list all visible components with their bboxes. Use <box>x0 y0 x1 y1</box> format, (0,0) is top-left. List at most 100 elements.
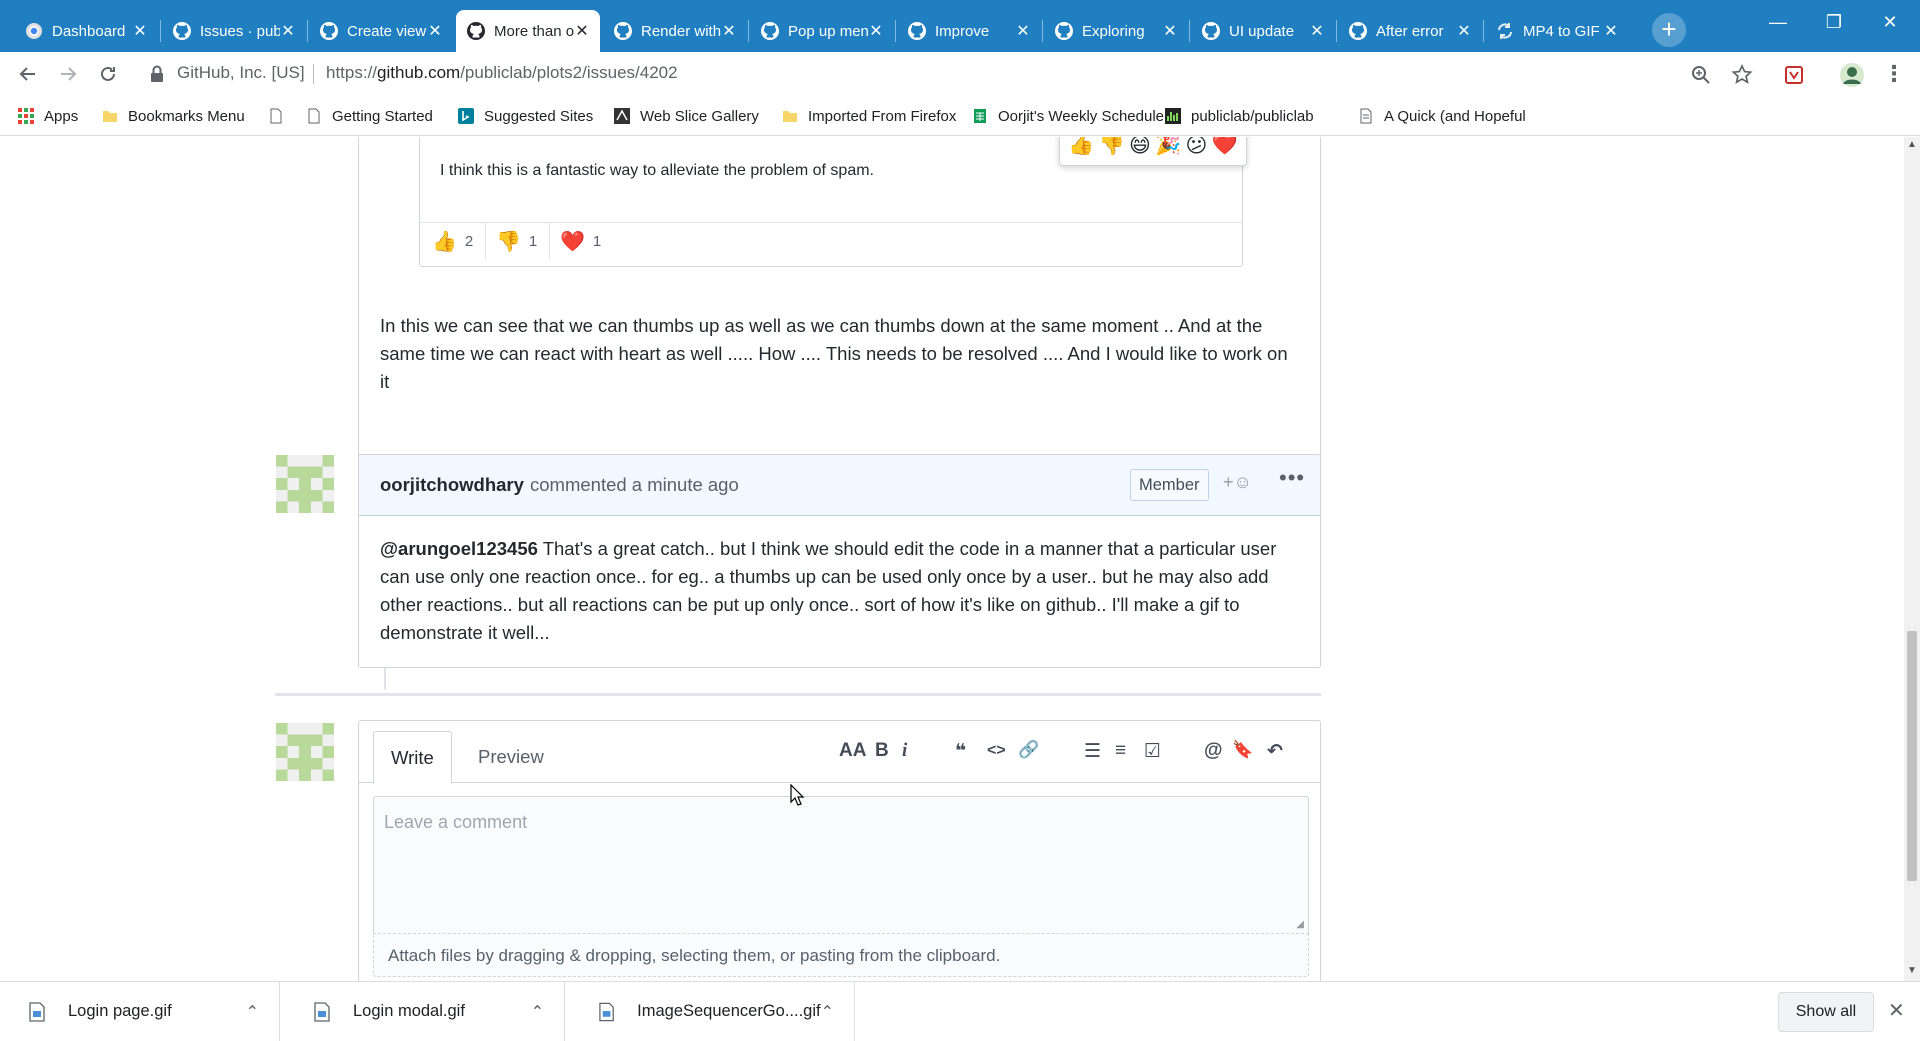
bookmark-label: Suggested Sites <box>484 107 594 125</box>
browser-tab[interactable]: Create view ✕ <box>309 10 453 52</box>
bookmark-label: A Quick (and Hopeful <box>1384 107 1526 125</box>
code-tool-icon[interactable]: <> <box>987 742 1006 760</box>
heading-tool-icon[interactable]: AA <box>839 740 866 762</box>
url-field[interactable]: https://github.com/publiclab/plots2/issu… <box>326 63 678 83</box>
new-tab-button[interactable]: + <box>1652 13 1686 47</box>
comment-textarea[interactable]: Leave a comment ◢ <box>373 796 1309 933</box>
comment-author[interactable]: oorjitchowdhary <box>380 474 524 496</box>
italic-tool-icon[interactable]: i <box>902 740 907 762</box>
browser-tab[interactable]: Exploring ✕ <box>1044 10 1188 52</box>
attach-files-area[interactable]: Attach files by dragging & dropping, sel… <box>373 933 1309 977</box>
bookmark-item[interactable]: A Quick (and Hopeful <box>1358 104 1526 128</box>
forward-button[interactable] <box>54 60 82 88</box>
browser-tab[interactable]: Improve ✕ <box>897 10 1041 52</box>
tab-write[interactable]: Write <box>373 731 452 784</box>
close-tab-icon[interactable]: ✕ <box>1309 21 1325 41</box>
download-item[interactable]: Login modal.gif ⌃ <box>285 982 565 1041</box>
reload-button[interactable] <box>94 60 122 88</box>
tab-title: After error <box>1376 22 1444 40</box>
bookmark-item[interactable]: Web Slice Gallery <box>614 104 759 128</box>
browser-tab[interactable]: Pop up menu✕ <box>750 10 894 52</box>
tab-preview[interactable]: Preview <box>461 731 561 784</box>
close-window-button[interactable]: ✕ <box>1870 12 1910 33</box>
menu-kebab-button[interactable]: ⋮ <box>1880 60 1908 88</box>
member-badge: Member <box>1130 469 1209 501</box>
download-filename: Login page.gif <box>68 1002 172 1020</box>
browser-tab[interactable]: Render with ✕ <box>603 10 747 52</box>
bold-tool-icon[interactable]: B <box>875 740 889 762</box>
zoom-icon[interactable] <box>1688 62 1714 88</box>
picker-thumbs-up-icon[interactable]: 👍 <box>1068 137 1094 157</box>
reaction-thumbs-up[interactable]: 👍 2 <box>420 223 487 259</box>
close-download-bar-icon[interactable]: ✕ <box>1888 998 1905 1023</box>
close-tab-icon[interactable]: ✕ <box>132 21 148 41</box>
link-tool-icon[interactable]: 🔗 <box>1018 740 1039 760</box>
picker-hooray-icon[interactable]: 🎉 <box>1155 137 1181 157</box>
scroll-thumb[interactable] <box>1907 631 1917 881</box>
profile-avatar-icon[interactable] <box>1839 62 1865 88</box>
picker-heart-icon[interactable]: ❤️ <box>1212 137 1238 157</box>
tab-strip: Dashboard✕Issues · publiclab✕Create view… <box>0 0 1920 52</box>
browser-tab[interactable]: Issues · publiclab✕ <box>162 10 306 52</box>
close-tab-icon[interactable]: ✕ <box>1015 21 1031 41</box>
close-tab-icon[interactable]: ✕ <box>721 21 737 41</box>
picker-confused-icon[interactable]: 😕 <box>1186 137 1208 158</box>
page-scrollbar[interactable]: ▲ ▼ <box>1904 137 1920 981</box>
browser-tab[interactable]: After error ✕ <box>1338 10 1482 52</box>
download-item[interactable]: ImageSequencerGo....gif ⌃ <box>570 982 855 1041</box>
close-tab-icon[interactable]: ✕ <box>280 21 296 41</box>
bookmark-item[interactable]: Apps <box>18 104 78 128</box>
reference-tool-icon[interactable]: 🔖 <box>1232 740 1253 760</box>
comment-timestamp[interactable]: commented a minute ago <box>530 474 739 496</box>
quote-tool-icon[interactable]: ❝ <box>955 740 966 763</box>
lock-icon <box>151 65 163 82</box>
show-all-button[interactable]: Show all <box>1778 992 1874 1032</box>
mention-tool-icon[interactable]: @ <box>1204 740 1223 762</box>
tab-separator <box>1483 20 1484 42</box>
close-tab-icon[interactable]: ✕ <box>868 21 884 41</box>
back-button[interactable] <box>14 60 42 88</box>
reaction-heart[interactable]: ❤️ 1 <box>548 223 613 259</box>
scroll-up-arrow-icon[interactable]: ▲ <box>1904 139 1920 150</box>
picker-laugh-icon[interactable]: 😄 <box>1129 137 1151 158</box>
extension-shield-icon[interactable] <box>1781 62 1807 88</box>
download-item[interactable]: Login page.gif ⌃ <box>0 982 280 1041</box>
add-reaction-icon[interactable]: +☺ <box>1223 472 1252 493</box>
reload-icon <box>101 66 115 81</box>
task-list-tool-icon[interactable]: ☑ <box>1144 740 1161 763</box>
site-identity[interactable]: GitHub, Inc. [US] <box>177 63 305 83</box>
chevron-up-icon[interactable]: ⌃ <box>246 1002 259 1022</box>
bookmark-star-icon[interactable] <box>1729 62 1755 88</box>
bookmark-item[interactable]: Oorjit's Weekly Schedule <box>972 104 1164 128</box>
close-tab-icon[interactable]: ✕ <box>574 21 590 41</box>
bookmark-item[interactable]: Getting Started <box>306 104 433 128</box>
close-tab-icon[interactable]: ✕ <box>1603 21 1619 41</box>
bookmark-item[interactable]: Bookmarks Menu <box>102 104 245 128</box>
restore-button[interactable]: ❐ <box>1814 12 1854 33</box>
bookmark-item[interactable]: publiclab/publiclab <box>1165 104 1314 128</box>
web-slice-icon <box>614 108 630 124</box>
minimize-button[interactable]: — <box>1758 12 1798 33</box>
close-tab-icon[interactable]: ✕ <box>427 21 443 41</box>
reaction-thumbs-down[interactable]: 👎 1 <box>484 223 551 259</box>
scroll-down-arrow-icon[interactable]: ▼ <box>1904 965 1920 976</box>
browser-tab[interactable]: MP4 to GIF ✕ <box>1485 10 1629 52</box>
close-tab-icon[interactable]: ✕ <box>1456 21 1472 41</box>
bullet-list-tool-icon[interactable]: ☰ <box>1084 740 1101 763</box>
picker-thumbs-down-icon[interactable]: 👎 <box>1099 137 1125 157</box>
bookmark-item[interactable]: Suggested Sites <box>458 104 593 128</box>
browser-tab[interactable]: Dashboard ✕ <box>14 10 158 52</box>
resize-grip-icon[interactable]: ◢ <box>1296 919 1304 930</box>
avatar[interactable] <box>276 455 334 513</box>
bookmark-item[interactable] <box>268 104 294 128</box>
bookmark-item[interactable]: Imported From Firefox <box>782 104 956 128</box>
chevron-up-icon[interactable]: ⌃ <box>821 1002 834 1022</box>
close-tab-icon[interactable]: ✕ <box>1162 21 1178 41</box>
chevron-up-icon[interactable]: ⌃ <box>531 1002 544 1022</box>
numbered-list-tool-icon[interactable]: ≡ <box>1115 740 1126 762</box>
more-options-icon[interactable]: ••• <box>1279 465 1305 491</box>
browser-tab[interactable]: More than one reaction✕ <box>456 10 600 52</box>
user-mention[interactable]: @arungoel123456 <box>380 538 538 559</box>
browser-tab[interactable]: UI update ✕ <box>1191 10 1335 52</box>
saved-reply-tool-icon[interactable]: ↶ <box>1267 740 1283 763</box>
